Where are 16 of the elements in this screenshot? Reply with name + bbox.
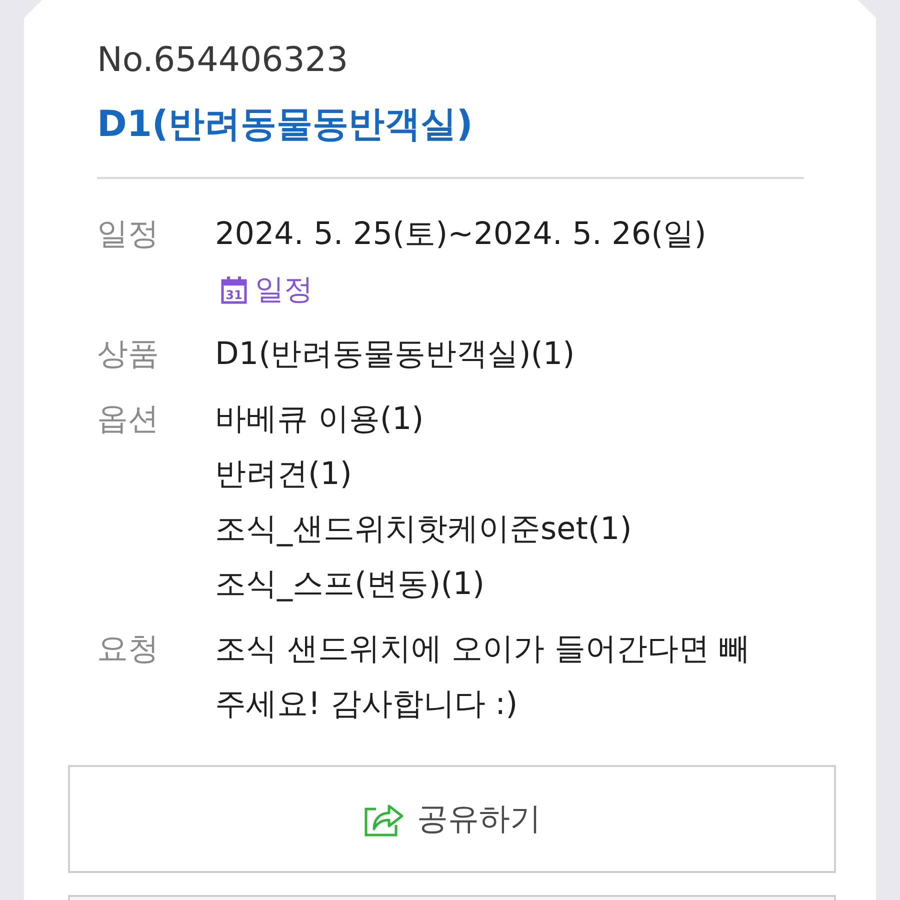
schedule-link[interactable]: 31 일정: [215, 262, 313, 317]
detail-label: 상품: [97, 335, 159, 374]
detail-label: 일정: [97, 215, 159, 254]
detail-value: 조식_스프(변동)(1): [215, 565, 485, 604]
room-title: D1(반려동물동반객실): [97, 103, 473, 147]
detail-value: D1(반려동물동반객실)(1): [215, 335, 575, 374]
detail-value: 2024. 5. 25(토)~2024. 5. 26(일): [215, 215, 706, 254]
order-number: No.654406323: [97, 40, 348, 80]
calendar-icon: 31: [221, 276, 247, 304]
detail-label: 요청: [97, 630, 159, 669]
share-button[interactable]: 공유하기: [68, 765, 836, 873]
detail-value: 반려견(1): [215, 455, 352, 494]
detail-value: 조식 샌드위치에 오이가 들어간다면 빼 주세요! 감사합니다 :): [215, 630, 752, 724]
detail-label: 옵션: [97, 400, 159, 439]
detail-value: 조식_샌드위치핫케이준set(1): [215, 510, 632, 549]
detail-value: 바베큐 이용(1): [215, 400, 424, 439]
